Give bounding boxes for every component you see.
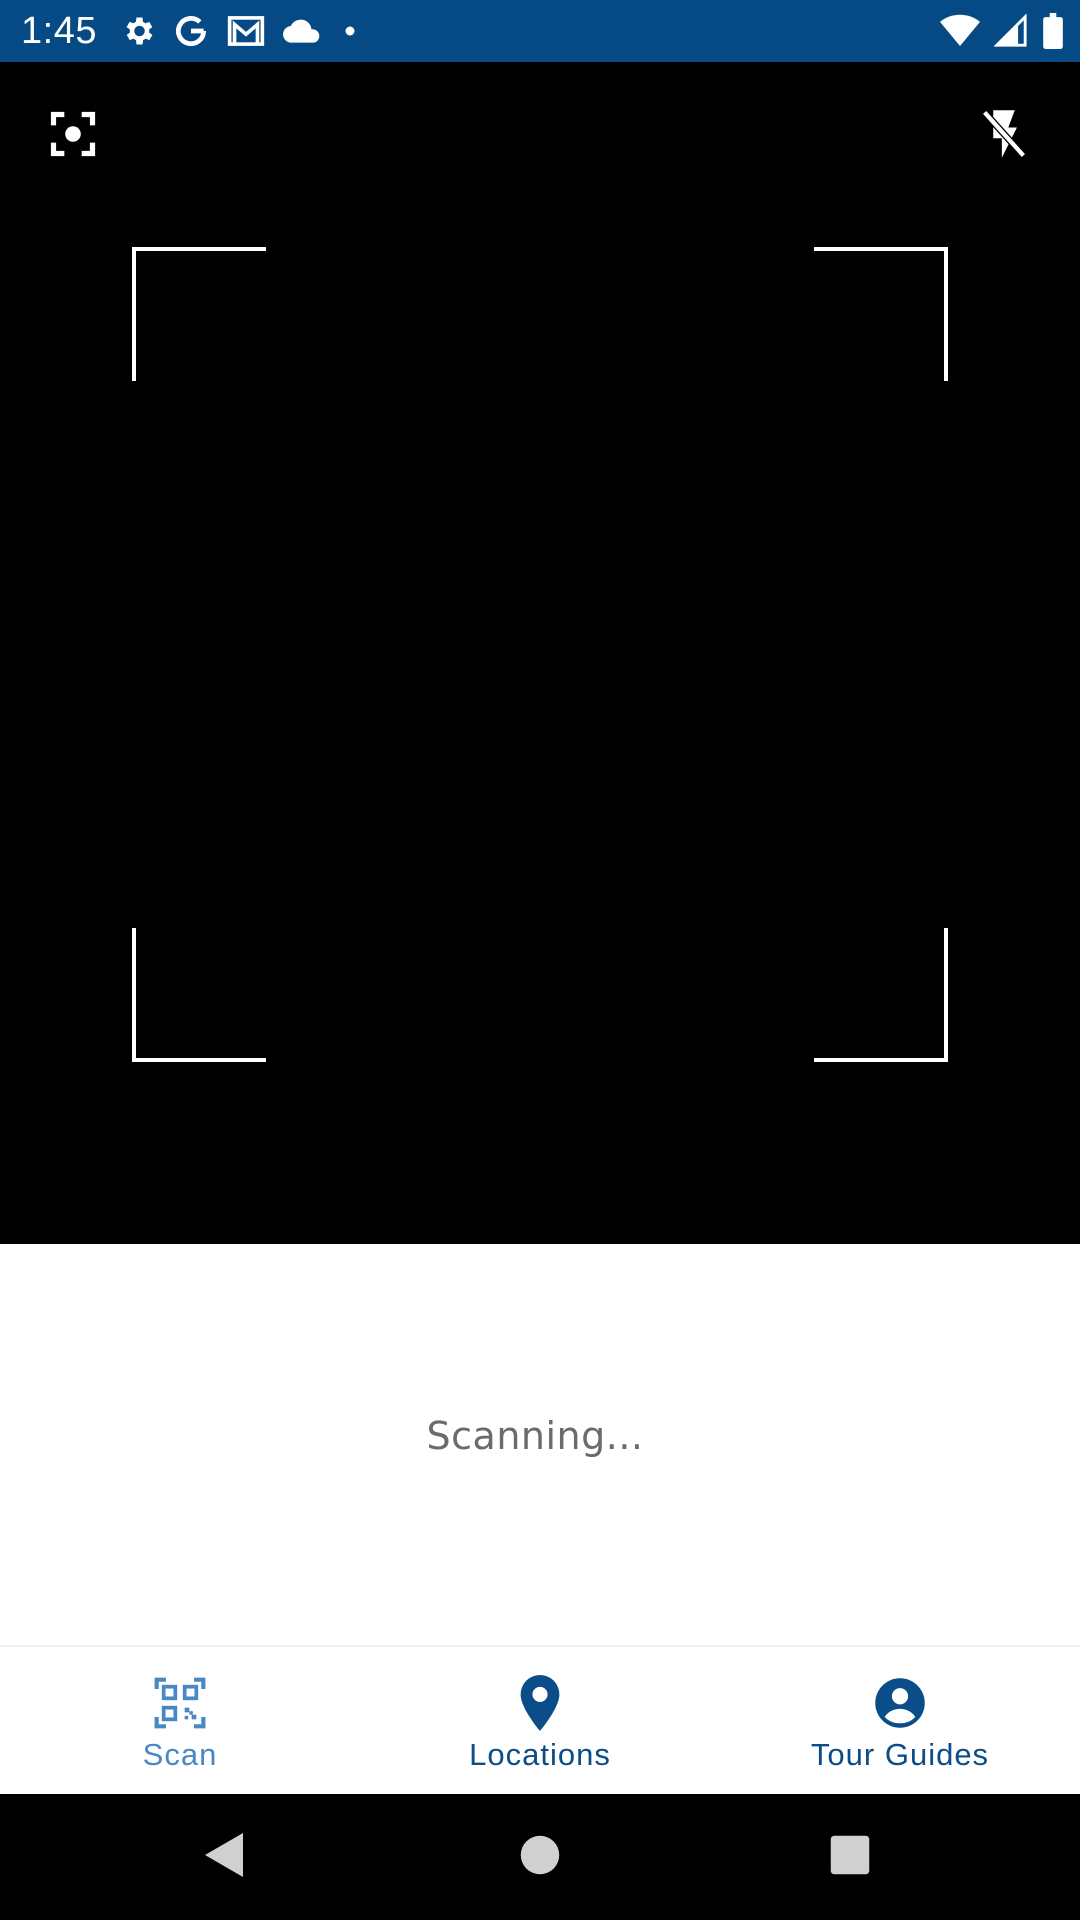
dot-icon [338,19,362,43]
home-button[interactable] [510,1827,570,1887]
qr-scan-icon [150,1673,210,1733]
scanning-status-text: Scanning... [426,1414,644,1458]
gear-icon [120,13,156,49]
focus-icon [47,108,99,165]
back-icon [203,1831,247,1884]
status-icons-right [940,10,1064,52]
flash-toggle-button[interactable] [964,96,1044,176]
back-button[interactable] [195,1827,255,1887]
scan-frame-corner-top-right [814,247,948,381]
status-bar: 1:45 [0,0,1080,62]
nav-label-locations: Locations [469,1737,611,1772]
gmail-icon [226,13,266,49]
scan-frame-corner-bottom-right [814,928,948,1062]
nav-label-tour-guides: Tour Guides [810,1737,990,1772]
camera-viewfinder[interactable] [0,62,1080,1244]
home-icon [519,1834,561,1881]
focus-button[interactable] [33,96,113,176]
screen: 1:45 Scanning... Scan Locations Tour Gui… [0,0,1080,1920]
nav-item-scan[interactable]: Scan [0,1647,360,1796]
scan-frame-corner-top-left [132,247,266,381]
scan-status-panel: Scanning... [0,1244,1080,1645]
cloud-icon [282,16,322,46]
scan-frame-corner-bottom-left [132,928,266,1062]
nav-item-locations[interactable]: Locations [360,1647,720,1796]
wifi-icon [940,14,980,48]
flash-off-icon [978,106,1030,167]
account-circle-icon [870,1673,930,1733]
battery-icon [1042,13,1064,49]
nav-label-scan: Scan [142,1737,218,1772]
google-icon [172,12,210,50]
status-time: 1:45 [21,10,97,52]
signal-icon [994,14,1028,48]
location-pin-icon [510,1673,570,1733]
bottom-navigation: Scan Locations Tour Guides [0,1645,1080,1796]
recents-button[interactable] [820,1827,880,1887]
system-navigation-bar [0,1794,1080,1920]
status-icons-left [120,10,362,52]
recents-icon [829,1834,871,1881]
nav-item-tour-guides[interactable]: Tour Guides [720,1647,1080,1796]
